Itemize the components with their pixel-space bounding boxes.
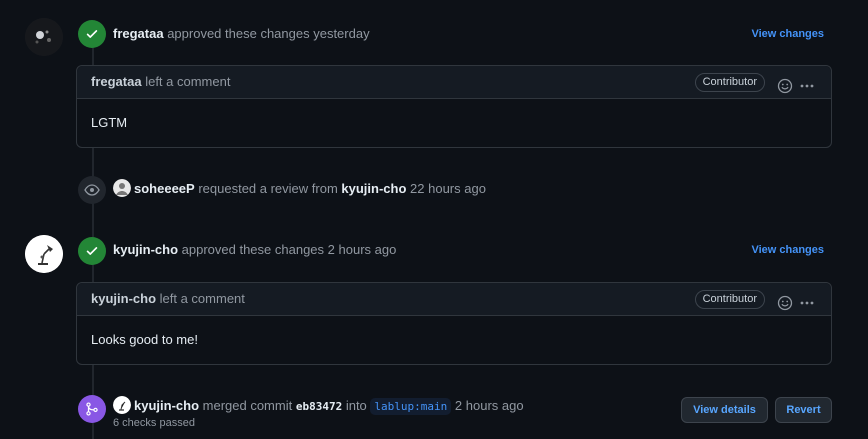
revert-button[interactable]: Revert: [775, 397, 832, 423]
review2-author[interactable]: kyujin-cho: [113, 242, 178, 257]
avatar-soheeeep[interactable]: [113, 179, 131, 197]
review1-time[interactable]: yesterday: [313, 26, 369, 41]
request-target[interactable]: kyujin-cho: [341, 181, 406, 196]
review1-comment: fregataa left a comment Contributor LGTM: [76, 65, 832, 148]
view-changes-link-2[interactable]: View changes: [751, 242, 824, 258]
contributor-badge: Contributor: [694, 73, 765, 92]
merge-time[interactable]: 2 hours ago: [455, 398, 524, 413]
approved-check-icon: [78, 20, 106, 48]
review2-comment-author[interactable]: kyujin-cho: [91, 291, 156, 306]
request-event: soheeeeP requested a review from kyujin-…: [113, 179, 486, 199]
review1-comment-body: LGTM: [91, 115, 128, 130]
add-reaction-smiley-icon[interactable]: [777, 291, 793, 311]
eye-icon: [78, 176, 106, 204]
review1-comment-action: left a comment: [145, 74, 231, 89]
merge-icon: [78, 395, 106, 423]
review1-event: fregataa approved these changes yesterda…: [113, 24, 370, 44]
review1-action: approved these changes: [167, 26, 310, 41]
review1-comment-header: fregataa left a comment Contributor: [77, 66, 831, 99]
review2-comment-header: kyujin-cho left a comment Contributor: [77, 283, 831, 316]
review2-comment: kyujin-cho left a comment Contributor Lo…: [76, 282, 832, 365]
review2-action: approved these changes: [181, 242, 325, 257]
review2-event: kyujin-cho approved these changes 2 hour…: [113, 240, 396, 260]
review2-comment-body: Looks good to me!: [91, 332, 198, 347]
commit-sha[interactable]: eb83472: [296, 400, 342, 413]
view-details-button[interactable]: View details: [681, 397, 768, 423]
approved-check-icon: [78, 237, 106, 265]
add-reaction-smiley-icon[interactable]: [777, 74, 793, 94]
checks-status[interactable]: 6 checks passed: [113, 417, 195, 429]
view-changes-link-1[interactable]: View changes: [751, 26, 824, 42]
branch-label[interactable]: lablup:main: [370, 398, 452, 415]
request-time[interactable]: 22 hours ago: [410, 181, 486, 196]
avatar-kyujin-cho-small[interactable]: [113, 396, 131, 414]
contributor-badge: Contributor: [694, 290, 765, 309]
merge-action: merged commit: [202, 398, 293, 413]
review1-comment-author[interactable]: fregataa: [91, 74, 142, 89]
merge-author[interactable]: kyujin-cho: [134, 398, 199, 413]
kebab-menu-icon[interactable]: [799, 291, 815, 307]
request-action: requested a review from: [198, 181, 338, 196]
review1-author[interactable]: fregataa: [113, 26, 164, 41]
avatar-fregataa[interactable]: [25, 18, 63, 56]
review2-comment-action: left a comment: [159, 291, 245, 306]
review2-time[interactable]: 2 hours ago: [328, 242, 397, 257]
kebab-menu-icon[interactable]: [799, 74, 815, 90]
request-author[interactable]: soheeeeP: [134, 181, 195, 196]
merge-into: into: [345, 398, 367, 413]
avatar-kyujin-cho[interactable]: [25, 235, 63, 273]
merge-event: kyujin-cho merged commit eb83472 into la…: [113, 396, 524, 417]
